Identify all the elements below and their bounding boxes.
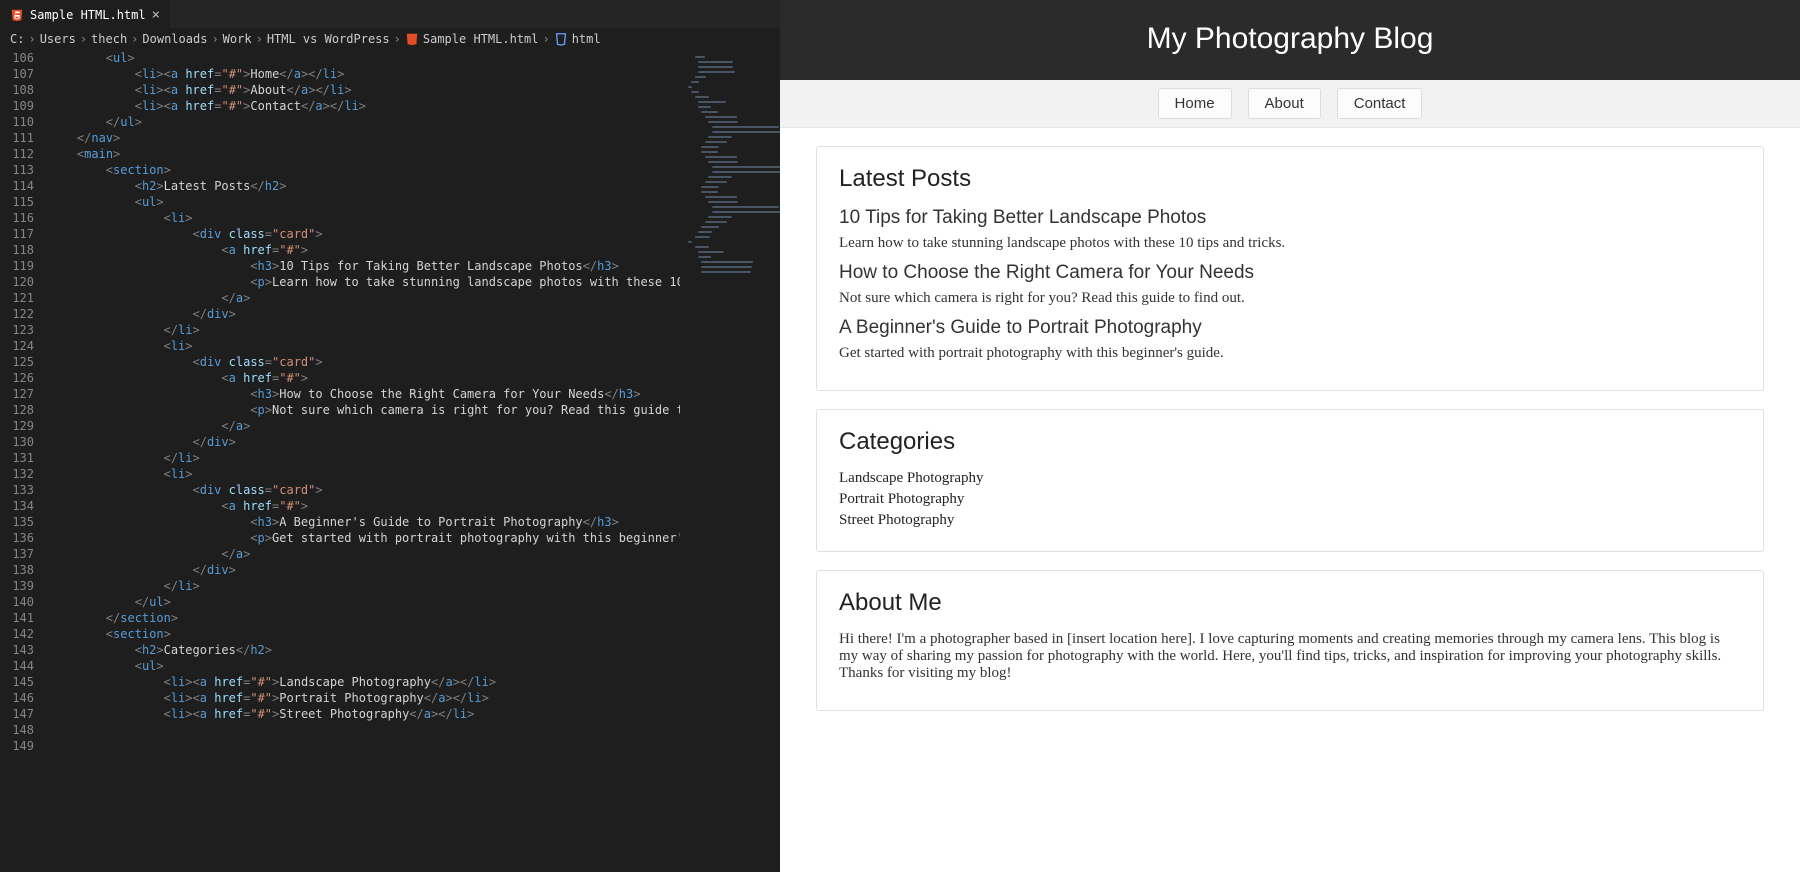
preview-navbar: Home About Contact [780, 80, 1800, 128]
editor-tab-filename: Sample HTML.html [30, 8, 146, 22]
line-number-gutter: 1061071081091101111121131141151161171181… [0, 50, 48, 872]
minimap[interactable] [680, 50, 780, 872]
nav-home-link[interactable]: Home [1158, 88, 1232, 119]
close-icon[interactable]: × [152, 8, 160, 22]
chevron-right-icon: › [256, 32, 263, 46]
code-editor[interactable]: 1061071081091101111121131141151161171181… [0, 50, 780, 872]
nav-about-link[interactable]: About [1248, 88, 1321, 119]
about-heading: About Me [839, 589, 1741, 617]
editor-tab[interactable]: Sample HTML.html × [0, 0, 170, 28]
chevron-right-icon: › [211, 32, 218, 46]
breadcrumb-item[interactable]: Work [223, 32, 252, 46]
categories-heading: Categories [839, 428, 1741, 456]
editor-pane: Sample HTML.html × C: › Users › thech › Dow… [0, 0, 780, 872]
chevron-right-icon: › [80, 32, 87, 46]
chevron-right-icon: › [542, 32, 549, 46]
category-link[interactable]: Portrait Photography [839, 491, 1741, 508]
preview-main: Latest Posts 10 Tips for Taking Better L… [780, 128, 1800, 747]
about-text: Hi there! I'm a photographer based in [i… [839, 631, 1741, 682]
breadcrumb-item[interactable]: C: [10, 32, 24, 46]
category-link[interactable]: Street Photography [839, 512, 1741, 529]
post-excerpt: Learn how to take stunning landscape pho… [839, 235, 1741, 252]
nav-contact-link[interactable]: Contact [1337, 88, 1423, 119]
categories-card: Categories Landscape Photography Portrai… [816, 409, 1764, 552]
post-title[interactable]: A Beginner's Guide to Portrait Photograp… [839, 317, 1741, 339]
chevron-right-icon: › [394, 32, 401, 46]
chevron-right-icon: › [131, 32, 138, 46]
page-title: My Photography Blog [780, 22, 1800, 56]
latest-posts-card: Latest Posts 10 Tips for Taking Better L… [816, 146, 1764, 391]
editor-tab-bar: Sample HTML.html × [0, 0, 780, 28]
breadcrumb-item[interactable]: HTML vs WordPress [267, 32, 390, 46]
code-content[interactable]: <ul> <li><a href="#">Home</a></li> <li><… [48, 50, 780, 872]
latest-posts-heading: Latest Posts [839, 165, 1741, 193]
breadcrumb-item[interactable]: Downloads [142, 32, 207, 46]
html-file-icon [10, 8, 24, 22]
preview-header: My Photography Blog [780, 0, 1800, 80]
category-link[interactable]: Landscape Photography [839, 470, 1741, 487]
breadcrumb[interactable]: C: › Users › thech › Downloads › Work › HTML … [0, 28, 780, 50]
post-title[interactable]: 10 Tips for Taking Better Landscape Phot… [839, 207, 1741, 229]
chevron-right-icon: › [28, 32, 35, 46]
breadcrumb-item[interactable]: thech [91, 32, 127, 46]
preview-pane: My Photography Blog Home About Contact L… [780, 0, 1800, 872]
breadcrumb-symbol[interactable]: html [572, 32, 601, 46]
symbol-icon [554, 32, 568, 46]
html-file-icon [405, 32, 419, 46]
post-title[interactable]: How to Choose the Right Camera for Your … [839, 262, 1741, 284]
breadcrumb-item[interactable]: Users [40, 32, 76, 46]
about-me-card: About Me Hi there! I'm a photographer ba… [816, 570, 1764, 711]
post-excerpt: Not sure which camera is right for you? … [839, 290, 1741, 307]
breadcrumb-file[interactable]: Sample HTML.html [423, 32, 539, 46]
post-excerpt: Get started with portrait photography wi… [839, 345, 1741, 362]
